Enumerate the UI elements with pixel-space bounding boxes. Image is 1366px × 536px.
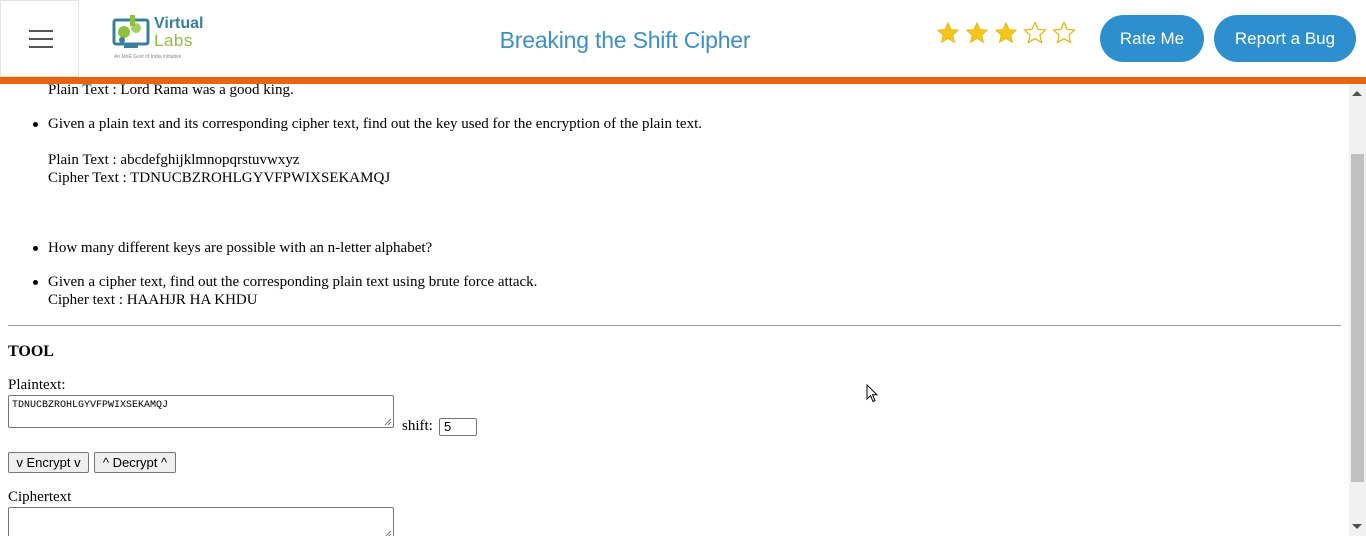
ciphertext-label: Ciphertext <box>8 489 72 505</box>
page-title: Breaking the Shift Cipher <box>499 27 751 53</box>
bullet-icon <box>33 122 38 127</box>
exercise-question: Given a cipher text, find out the corres… <box>48 274 538 290</box>
mouse-cursor-icon <box>866 384 878 403</box>
top-navbar: Virtual Labs An MoE Govt of India Initia… <box>0 0 1366 78</box>
exercise-cipher-text: Cipher Text : TDNUCBZROHLGYVFPWIXSEKAMQJ <box>48 170 391 186</box>
encrypt-button[interactable]: v Encrypt v <box>8 452 89 473</box>
star-filled-icon[interactable] <box>965 20 989 46</box>
shift-value: 5 <box>444 419 452 434</box>
scroll-up-icon[interactable] <box>1352 91 1362 96</box>
hamburger-icon-line <box>29 46 53 48</box>
exercise-question: How many different keys are possible wit… <box>48 240 433 256</box>
tool-heading: TOOL <box>8 343 54 360</box>
plaintext-input[interactable]: TDNUCBZROHLGYVFPWIXSEKAMQJ <box>8 395 394 428</box>
menu-button[interactable] <box>0 0 79 77</box>
plaintext-value: TDNUCBZROHLGYVFPWIXSEKAMQJ <box>12 400 169 411</box>
logo-word-labs: Labs <box>154 31 193 50</box>
scroll-down-icon[interactable] <box>1352 524 1362 529</box>
section-divider <box>8 325 1341 326</box>
exercise-plain-text: Plain Text : abcdefghijklmnopqrstuvwxyz <box>48 152 300 168</box>
virtual-labs-logo[interactable]: Virtual Labs An MoE Govt of India Initia… <box>110 12 204 64</box>
scrollbar-thumb[interactable] <box>1351 154 1364 482</box>
star-filled-icon[interactable] <box>994 20 1018 46</box>
logo-icon <box>112 15 150 48</box>
rate-me-button[interactable]: Rate Me <box>1100 15 1204 62</box>
star-empty-icon[interactable] <box>1052 20 1076 46</box>
rating-stars[interactable] <box>936 20 1077 48</box>
report-bug-button[interactable]: Report a Bug <box>1214 15 1356 62</box>
star-filled-icon[interactable] <box>936 20 960 46</box>
resize-grip-icon[interactable] <box>384 530 392 536</box>
bullet-icon <box>33 280 38 285</box>
shift-label: shift: <box>402 418 433 434</box>
shift-select[interactable]: 5 <box>439 418 477 436</box>
logo-tagline: An MoE Govt of India Initiative <box>114 54 182 60</box>
bullet-icon <box>33 246 38 251</box>
decrypt-button[interactable]: ^ Decrypt ^ <box>94 452 176 473</box>
hamburger-icon-line <box>29 30 53 32</box>
exercise-plain-text: Plain Text : Lord Rama was a good king. <box>48 84 294 98</box>
resize-grip-icon[interactable] <box>384 418 392 426</box>
header-divider <box>0 77 1366 84</box>
exercise-question: Given a plain text and its corresponding… <box>48 116 702 132</box>
vertical-scrollbar[interactable] <box>1349 84 1366 536</box>
star-empty-icon[interactable] <box>1023 20 1047 46</box>
plaintext-label: Plaintext: <box>8 377 66 393</box>
ciphertext-input[interactable] <box>8 507 394 536</box>
exercise-cipher-text: Cipher text : HAAHJR HA KHDU <box>48 292 258 308</box>
main-content: Plain Text : Lord Rama was a good king. … <box>0 84 1349 536</box>
hamburger-icon-line <box>29 38 53 40</box>
